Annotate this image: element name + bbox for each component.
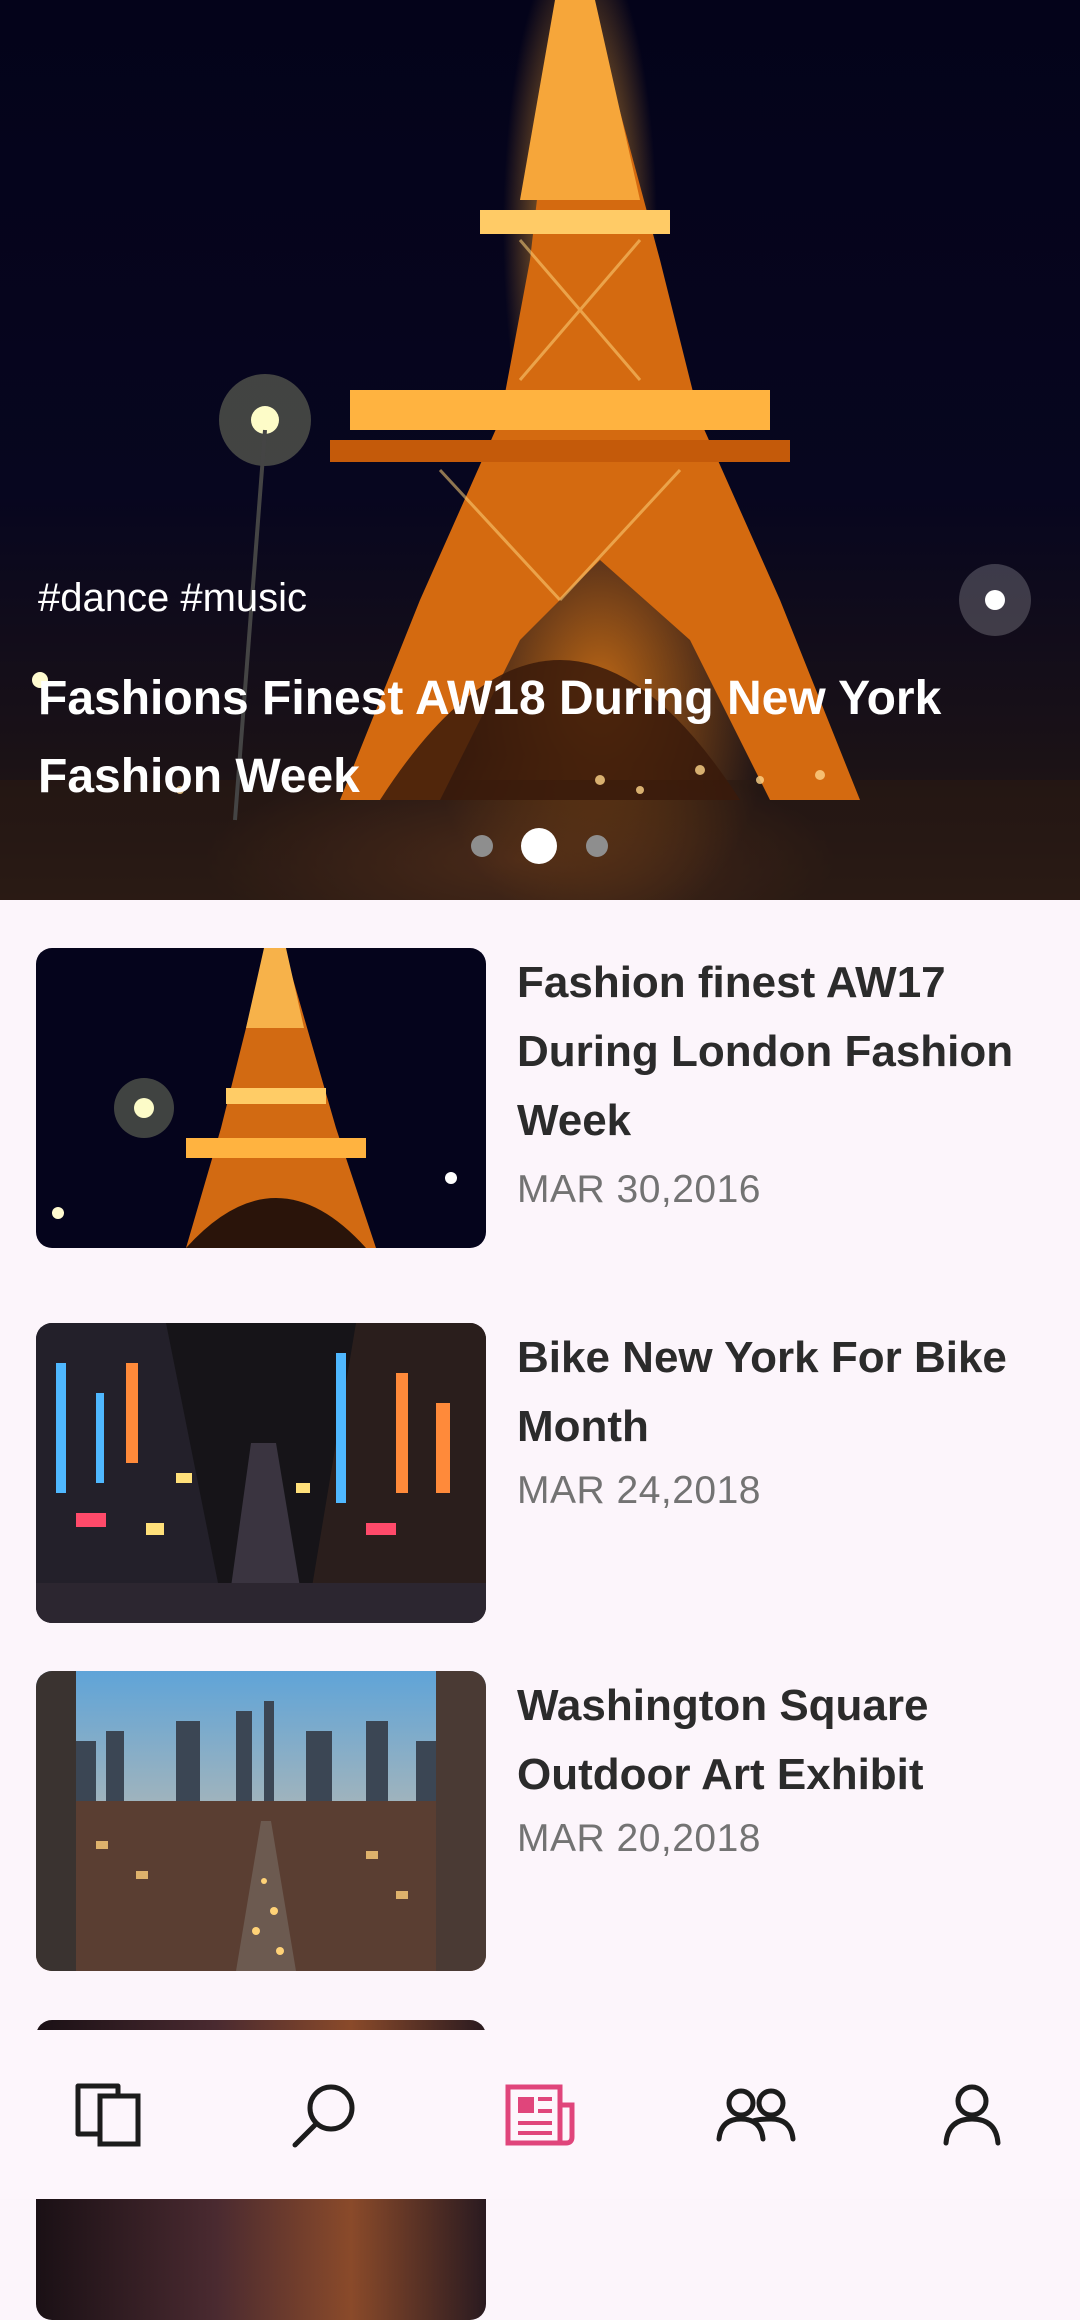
carousel-dot[interactable] (471, 835, 493, 857)
article-date: MAR 20,2018 (517, 1817, 761, 1860)
list-item[interactable]: Bike New York For Bike Month MAR 24,2018 (0, 1323, 1080, 1623)
bottom-navigation (0, 2030, 1080, 2199)
nav-profile[interactable] (864, 2030, 1080, 2199)
article-date: MAR 24,2018 (517, 1469, 761, 1512)
article-title[interactable]: Fashion finest AW17 During London Fashio… (517, 948, 1037, 1155)
article-title[interactable]: Washington Square Outdoor Art Exhibit (517, 1671, 1037, 1809)
carousel-dot[interactable] (586, 835, 608, 857)
copy-icon (75, 2083, 141, 2146)
hero-tags: #dance #music (38, 576, 308, 620)
article-thumbnail (36, 948, 486, 1248)
hero-title[interactable]: Fashions Finest AW18 During New York Fas… (38, 660, 1048, 816)
search-icon (292, 2084, 355, 2147)
carousel-indicator (0, 826, 1080, 866)
nav-copy[interactable] (0, 2030, 216, 2199)
article-date: MAR 30,2016 (517, 1168, 761, 1211)
article-thumbnail (36, 1323, 486, 1623)
hero-banner[interactable]: #dance #music Fashions Finest AW18 Durin… (0, 0, 1080, 900)
article-title[interactable]: Bike New York For Bike Month (517, 1323, 1037, 1461)
profile-icon (943, 2084, 1001, 2145)
nav-search[interactable] (216, 2030, 432, 2199)
nav-people[interactable] (648, 2030, 864, 2199)
list-item[interactable]: Washington Square Outdoor Art Exhibit MA… (0, 1671, 1080, 1971)
nav-news[interactable] (432, 2030, 648, 2199)
list-item[interactable]: Fashion finest AW17 During London Fashio… (0, 948, 1080, 1248)
news-icon (505, 2084, 575, 2145)
people-icon (716, 2088, 796, 2141)
article-thumbnail (36, 1671, 486, 1971)
carousel-dot-active[interactable] (521, 828, 557, 864)
